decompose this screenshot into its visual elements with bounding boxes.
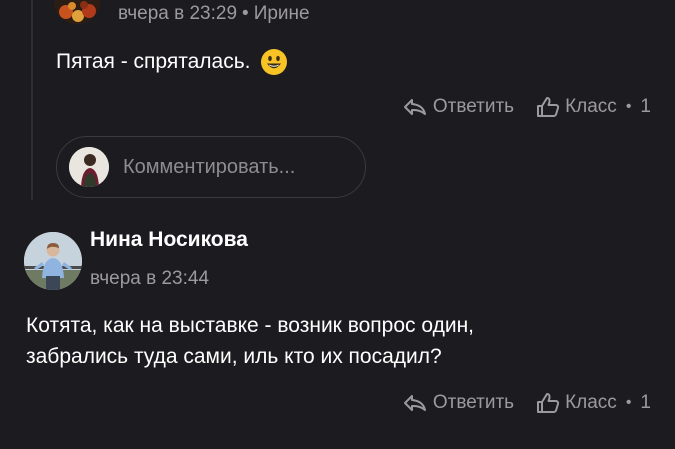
like-button-label: Класс [565,392,617,413]
reply-timestamp[interactable]: вчера в 23:29 [118,3,237,24]
like-separator: • [625,394,632,411]
reply-button-label: Ответить [432,96,515,117]
like-count[interactable]: 1 [640,392,651,414]
thumbs-up-icon [537,97,560,117]
like-separator: • [625,98,632,115]
author-name[interactable]: Нина Носикова [90,228,248,252]
reply-meta: вчера в 23:29 • Ирине [118,3,310,25]
smiling-face-emoji-icon [260,48,288,76]
user-avatar [69,147,109,187]
like-button[interactable]: Класс [536,96,617,118]
reply-text-content: Пятая - спряталась. [56,50,251,73]
reply-arrow-icon [403,395,426,411]
avatar[interactable] [24,232,82,290]
reply-actions: Ответить Класс • 1 [402,96,651,118]
reply-to-name[interactable]: Ирине [254,3,310,24]
comment-actions: Ответить Класс • 1 [402,392,651,414]
like-button-label: Класс [565,96,617,117]
reply-button-label: Ответить [432,392,515,413]
avatar[interactable] [54,0,100,24]
comment-input[interactable]: Комментировать... [56,136,366,198]
reply-text: Пятая - спряталась. [56,48,288,76]
comment-input-placeholder: Комментировать... [123,155,296,178]
like-button[interactable]: Класс [536,392,617,414]
thread-line [31,0,33,200]
thumbs-up-icon [537,393,560,413]
comment-timestamp[interactable]: вчера в 23:44 [90,268,209,290]
like-count[interactable]: 1 [640,96,651,118]
meta-separator: • [242,3,249,24]
reply-arrow-icon [403,99,426,115]
reply-button[interactable]: Ответить [402,96,514,118]
comment-text-line: Котята, как на выставке - возник вопрос … [26,314,475,337]
reply-button[interactable]: Ответить [402,392,514,414]
comment-text: Котята, как на выставке - возник вопрос … [26,310,656,372]
comment-text-line: забрались туда сами, иль кто их посадил? [26,345,442,368]
